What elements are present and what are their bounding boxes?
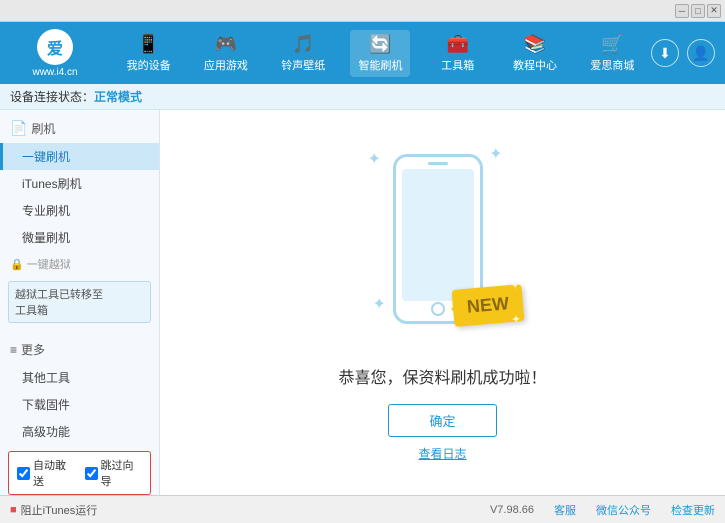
sidebar-item-one-click-flash[interactable]: 一键刷机 (0, 143, 159, 170)
check-update-link[interactable]: 检查更新 (671, 502, 715, 518)
maximize-btn[interactable]: □ (691, 4, 705, 18)
tutorial-label: 教程中心 (513, 57, 557, 73)
smart-flash-label: 智能刷机 (358, 57, 402, 73)
skip-wizard-label: 跳过向导 (101, 457, 143, 489)
notice-line1: 越狱工具已转移至 (15, 289, 103, 301)
new-badge: ✦ NEW ✦ (451, 284, 524, 327)
nav-smart-flash[interactable]: 🔄 智能刷机 (350, 30, 410, 77)
minimize-btn[interactable]: ─ (675, 4, 689, 18)
logo-area: 爱 www.i4.cn (10, 29, 100, 78)
more-icon: ≡ (10, 343, 17, 357)
skip-wizard-input[interactable] (85, 467, 98, 480)
notice-line2: 工具箱 (15, 305, 48, 317)
sparkle-2: ✦ (489, 144, 502, 164)
nav-store[interactable]: 🛒 爱思商城 (582, 30, 642, 77)
goto-daily-button[interactable]: 查看日志 (418, 445, 466, 462)
title-bar: ─ □ ✕ (0, 0, 725, 22)
nav-ringtones[interactable]: 🎵 铃声壁纸 (273, 30, 333, 77)
sidebar-jailbreak-notice: 越狱工具已转移至 工具箱 (8, 281, 151, 323)
nav-items: 📱 我的设备 🎮 应用游戏 🎵 铃声壁纸 🔄 智能刷机 🧰 工具箱 📚 (110, 30, 651, 77)
success-text: 恭喜您，保资料刷机成功啦！ (338, 364, 546, 388)
version-text: V7.98.66 (490, 504, 534, 516)
content-area: 📄 刷机 一键刷机 iTunes刷机 专业刷机 微量刷机 🔒 一键越狱 越狱工具… (0, 110, 725, 495)
sidebar-section-flash: 📄 刷机 (0, 114, 159, 143)
flash-section-label: 刷机 (31, 120, 55, 137)
bottom-left: ■ 阻止iTunes运行 (10, 502, 97, 518)
itunes-status-text: 阻止iTunes运行 (21, 502, 98, 518)
flash-section-icon: 📄 (10, 120, 27, 137)
app-container: 爱 www.i4.cn 📱 我的设备 🎮 应用游戏 🎵 铃声壁纸 🔄 智能刷机 … (0, 22, 725, 523)
phone-screen (402, 169, 474, 301)
logo-icon: 爱 (37, 29, 73, 65)
bottom-right: V7.98.66 客服 微信公众号 检查更新 (490, 502, 715, 518)
my-device-icon: 📱 (137, 34, 159, 55)
nav-my-device[interactable]: 📱 我的设备 (119, 30, 179, 77)
skip-wizard-checkbox[interactable]: 跳过向导 (85, 457, 143, 489)
my-device-label: 我的设备 (127, 57, 171, 73)
logo-website: www.i4.cn (32, 67, 77, 78)
confirm-button[interactable]: 确定 (388, 404, 496, 437)
sparkle-1: ✦ (368, 149, 381, 169)
checkbox-row: 自动敢送 跳过向导 (8, 451, 151, 495)
nav-apps-games[interactable]: 🎮 应用游戏 (196, 30, 256, 77)
ringtones-label: 铃声壁纸 (281, 57, 325, 73)
sidebar: 📄 刷机 一键刷机 iTunes刷机 专业刷机 微量刷机 🔒 一键越狱 越狱工具… (0, 110, 160, 495)
sidebar-item-download-firmware[interactable]: 下载固件 (0, 391, 159, 418)
toolbox-icon: 🧰 (447, 34, 469, 55)
bottom-bar: ■ 阻止iTunes运行 V7.98.66 客服 微信公众号 检查更新 (0, 495, 725, 523)
close-btn[interactable]: ✕ (707, 4, 721, 18)
lock-icon: 🔒 (10, 258, 24, 271)
download-btn[interactable]: ⬇ (651, 39, 679, 67)
wechat-link[interactable]: 微信公众号 (596, 502, 651, 518)
sidebar-item-other-tools[interactable]: 其他工具 (0, 364, 159, 391)
sidebar-item-advanced[interactable]: 高级功能 (0, 418, 159, 445)
main-content: ✦ ✦ ✦ ✦ NEW ✦ 恭喜您，保资料刷机成功啦！ 确定 (160, 110, 725, 495)
auto-redirect-label: 自动敢送 (33, 457, 75, 489)
sidebar-item-pro-flash[interactable]: 专业刷机 (0, 197, 159, 224)
user-btn[interactable]: 👤 (687, 39, 715, 67)
itunes-status-icon: ■ (10, 504, 17, 516)
smart-flash-icon: 🔄 (369, 34, 391, 55)
status-prefix: 设备连接状态： (10, 88, 94, 105)
sparkle-3: ✦ (373, 294, 386, 314)
nav-toolbox[interactable]: 🧰 工具箱 (428, 30, 488, 77)
new-badge-stars-top: ✦ (510, 280, 519, 292)
apps-games-icon: 🎮 (215, 34, 237, 55)
store-label: 爱思商城 (590, 57, 634, 73)
status-value: 正常模式 (94, 88, 142, 105)
nav-right-buttons: ⬇ 👤 (651, 39, 715, 67)
nav-tutorial[interactable]: 📚 教程中心 (505, 30, 565, 77)
sidebar-item-itunes-flash[interactable]: iTunes刷机 (0, 170, 159, 197)
auto-redirect-input[interactable] (17, 467, 30, 480)
ringtones-icon: 🎵 (292, 34, 314, 55)
more-label: 更多 (21, 341, 45, 358)
status-bar: 设备连接状态： 正常模式 (0, 84, 725, 110)
toolbox-label: 工具箱 (441, 57, 474, 73)
customer-service-link[interactable]: 客服 (554, 502, 576, 518)
apps-games-label: 应用游戏 (204, 57, 248, 73)
new-badge-stars-bottom: ✦ (511, 314, 520, 326)
top-nav: 爱 www.i4.cn 📱 我的设备 🎮 应用游戏 🎵 铃声壁纸 🔄 智能刷机 … (0, 22, 725, 84)
jailbreak-notice-header: 🔒 一键越狱 (0, 251, 159, 277)
phone-speaker (428, 162, 448, 165)
sidebar-more-section: ≡ 更多 (0, 335, 159, 364)
new-badge-text: NEW (466, 293, 510, 317)
store-icon: 🛒 (601, 34, 623, 55)
sidebar-item-backup-flash[interactable]: 微量刷机 (0, 224, 159, 251)
phone-illustration: ✦ ✦ ✦ ✦ NEW ✦ (363, 144, 523, 344)
tutorial-icon: 📚 (524, 34, 546, 55)
checkbox-area: 自动敢送 跳过向导 (0, 445, 159, 495)
auto-redirect-checkbox[interactable]: 自动敢送 (17, 457, 75, 489)
